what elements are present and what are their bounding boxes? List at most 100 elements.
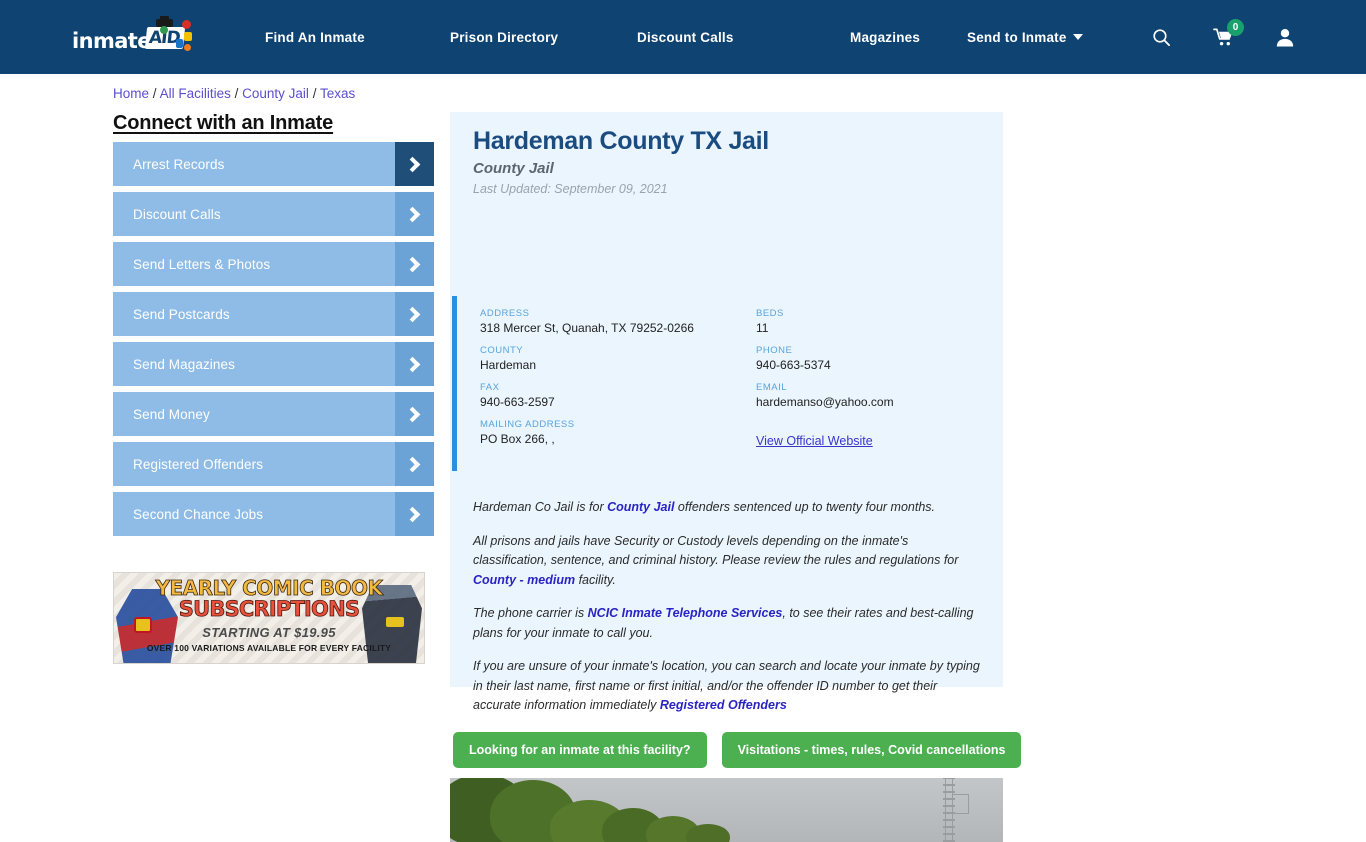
- cart-button[interactable]: 0: [1200, 14, 1246, 60]
- link-county-jail[interactable]: County Jail: [607, 500, 674, 514]
- nav-item-send-to-inmate[interactable]: Send to Inmate: [967, 30, 1083, 45]
- sidebar-item-second-chance-jobs[interactable]: Second Chance Jobs: [113, 492, 434, 536]
- info-field-phone: PHONE 940-663-5374: [756, 345, 990, 372]
- last-updated-text: Last Updated: September 09, 2021: [473, 182, 668, 196]
- cart-count-badge: 0: [1227, 19, 1244, 36]
- info-value: 940-663-5374: [756, 358, 831, 372]
- chevron-right-icon: [395, 292, 434, 336]
- p1-text-a: Hardeman Co Jail is for: [473, 500, 608, 514]
- nav-slot-find-an-inmate: Find An Inmate: [265, 30, 450, 45]
- sidebar-item-label: Send Letters & Photos: [133, 256, 271, 272]
- sidebar-item-discount-calls[interactable]: Discount Calls: [113, 192, 434, 236]
- sidebar-item-label: Second Chance Jobs: [133, 506, 264, 522]
- logo-figure-hat-top-icon: [160, 16, 169, 21]
- facility-photo: [450, 778, 1003, 842]
- description-paragraph-1: Hardeman Co Jail is for County Jail offe…: [473, 498, 983, 518]
- info-value: hardemanso@yahoo.com: [756, 395, 894, 409]
- logo-wordmark: inmate: [72, 29, 151, 53]
- sidebar-nav: Arrest Records Discount Calls Send Lette…: [113, 142, 434, 542]
- main-navigation: Find An Inmate Prison Directory Discount…: [265, 0, 1127, 74]
- breadcrumb-separator: /: [152, 86, 157, 101]
- sidebar-item-registered-offenders[interactable]: Registered Offenders: [113, 442, 434, 486]
- ad-footnote: OVER 100 VARIATIONS AVAILABLE FOR EVERY …: [146, 643, 392, 653]
- breadcrumb-item-home[interactable]: Home: [113, 86, 149, 101]
- cta-button-row: Looking for an inmate at this facility? …: [453, 732, 1022, 768]
- info-field-county: COUNTY Hardeman: [480, 345, 756, 372]
- user-icon: [1276, 28, 1294, 46]
- logo-figure-blue-icon: [176, 39, 183, 48]
- nav-slot-send-to-inmate: Send to Inmate: [967, 30, 1127, 45]
- info-label: ADDRESS: [480, 308, 530, 319]
- nav-item-discount-calls[interactable]: Discount Calls: [637, 30, 734, 45]
- sidebar-item-label: Registered Offenders: [133, 456, 264, 472]
- info-label: EMAIL: [756, 382, 788, 393]
- logo-figure-red-icon: [182, 20, 191, 29]
- link-registered-offenders[interactable]: Registered Offenders: [660, 698, 787, 712]
- info-value: 11: [756, 321, 769, 335]
- facility-description: Hardeman Co Jail is for County Jail offe…: [473, 498, 983, 730]
- description-paragraph-4: If you are unsure of your inmate's locat…: [473, 657, 983, 716]
- logo-figure-orange-icon: [184, 44, 191, 51]
- radio-tower-arm-icon: [953, 794, 969, 814]
- info-field-address: ADDRESS 318 Mercer St, Quanah, TX 79252-…: [480, 308, 756, 335]
- chevron-right-icon: [395, 342, 434, 386]
- facility-info-grid: ADDRESS 318 Mercer St, Quanah, TX 79252-…: [480, 308, 990, 450]
- sidebar-item-send-magazines[interactable]: Send Magazines: [113, 342, 434, 386]
- official-website-link[interactable]: View Official Website: [756, 434, 873, 448]
- info-label: [756, 419, 990, 430]
- chevron-down-icon: [1072, 33, 1083, 40]
- search-button[interactable]: [1138, 14, 1184, 60]
- info-field-fax: FAX 940-663-2597: [480, 382, 756, 409]
- p2-text-a: All prisons and jails have Security or C…: [473, 533, 959, 568]
- nav-item-send-to-inmate-label: Send to Inmate: [967, 29, 1067, 45]
- link-county-medium[interactable]: County - medium: [473, 573, 575, 587]
- info-value: 940-663-2597: [480, 395, 555, 409]
- sidebar-item-label: Send Magazines: [133, 356, 235, 372]
- info-value: 318 Mercer St, Quanah, TX 79252-0266: [480, 321, 694, 335]
- description-paragraph-2: All prisons and jails have Security or C…: [473, 532, 983, 591]
- p3-text-a: The phone carrier is: [473, 606, 588, 620]
- info-value: PO Box 266, ,: [480, 432, 555, 446]
- breadcrumb-item-all-facilities[interactable]: All Facilities: [160, 86, 231, 101]
- nav-item-find-an-inmate[interactable]: Find An Inmate: [265, 30, 365, 45]
- chevron-right-icon: [395, 492, 434, 536]
- nav-slot-discount-calls: Discount Calls: [637, 30, 850, 45]
- breadcrumb-item-county-jail[interactable]: County Jail: [242, 86, 309, 101]
- info-label: FAX: [480, 382, 500, 393]
- logo-figure-green-icon: [160, 26, 168, 34]
- nav-item-magazines[interactable]: Magazines: [850, 30, 920, 45]
- comic-book-ad-banner[interactable]: YEARLY COMIC BOOK SUBSCRIPTIONS STARTING…: [113, 572, 425, 664]
- sidebar-item-send-money[interactable]: Send Money: [113, 392, 434, 436]
- description-paragraph-3: The phone carrier is NCIC Inmate Telepho…: [473, 604, 983, 643]
- info-value: Hardeman: [480, 358, 537, 372]
- find-inmate-button[interactable]: Looking for an inmate at this facility?: [453, 732, 707, 768]
- header-actions: 0: [1138, 0, 1366, 74]
- nav-slot-prison-directory: Prison Directory: [450, 30, 637, 45]
- sidebar-item-arrest-records[interactable]: Arrest Records: [113, 142, 434, 186]
- breadcrumb-item-texas[interactable]: Texas: [320, 86, 355, 101]
- chevron-right-icon: [395, 392, 434, 436]
- search-icon: [1152, 28, 1170, 46]
- p1-text-b: offenders sentenced up to twenty four mo…: [674, 500, 936, 514]
- info-field-email: EMAIL hardemanso@yahoo.com: [756, 382, 990, 409]
- nav-item-prison-directory[interactable]: Prison Directory: [450, 30, 558, 45]
- info-field-mailing-address: MAILING ADDRESS PO Box 266, ,: [480, 419, 756, 450]
- info-field-website: View Official Website: [756, 419, 990, 450]
- sidebar-item-send-postcards[interactable]: Send Postcards: [113, 292, 434, 336]
- breadcrumb-separator: /: [312, 86, 317, 101]
- visitations-button[interactable]: Visitations - times, rules, Covid cancel…: [721, 732, 1022, 768]
- page-title: Hardeman County TX Jail: [473, 127, 769, 155]
- sidebar-item-label: Send Postcards: [133, 306, 230, 322]
- info-label: PHONE: [756, 345, 793, 356]
- sidebar-item-label: Send Money: [133, 406, 210, 422]
- chevron-right-icon: [395, 442, 434, 486]
- sidebar-item-label: Discount Calls: [133, 206, 221, 222]
- facility-type: County Jail: [473, 160, 554, 177]
- ad-title-line1: YEARLY COMIC BOOK: [155, 576, 383, 600]
- sidebar-item-send-letters-photos[interactable]: Send Letters & Photos: [113, 242, 434, 286]
- nav-slot-magazines: Magazines: [850, 30, 967, 45]
- account-button[interactable]: [1262, 14, 1308, 60]
- site-logo[interactable]: inmate AID: [72, 16, 192, 57]
- link-ncic-inmate-telephone-services[interactable]: NCIC Inmate Telephone Services: [588, 606, 783, 620]
- breadcrumb: Home / All Facilities / County Jail / Te…: [113, 86, 355, 101]
